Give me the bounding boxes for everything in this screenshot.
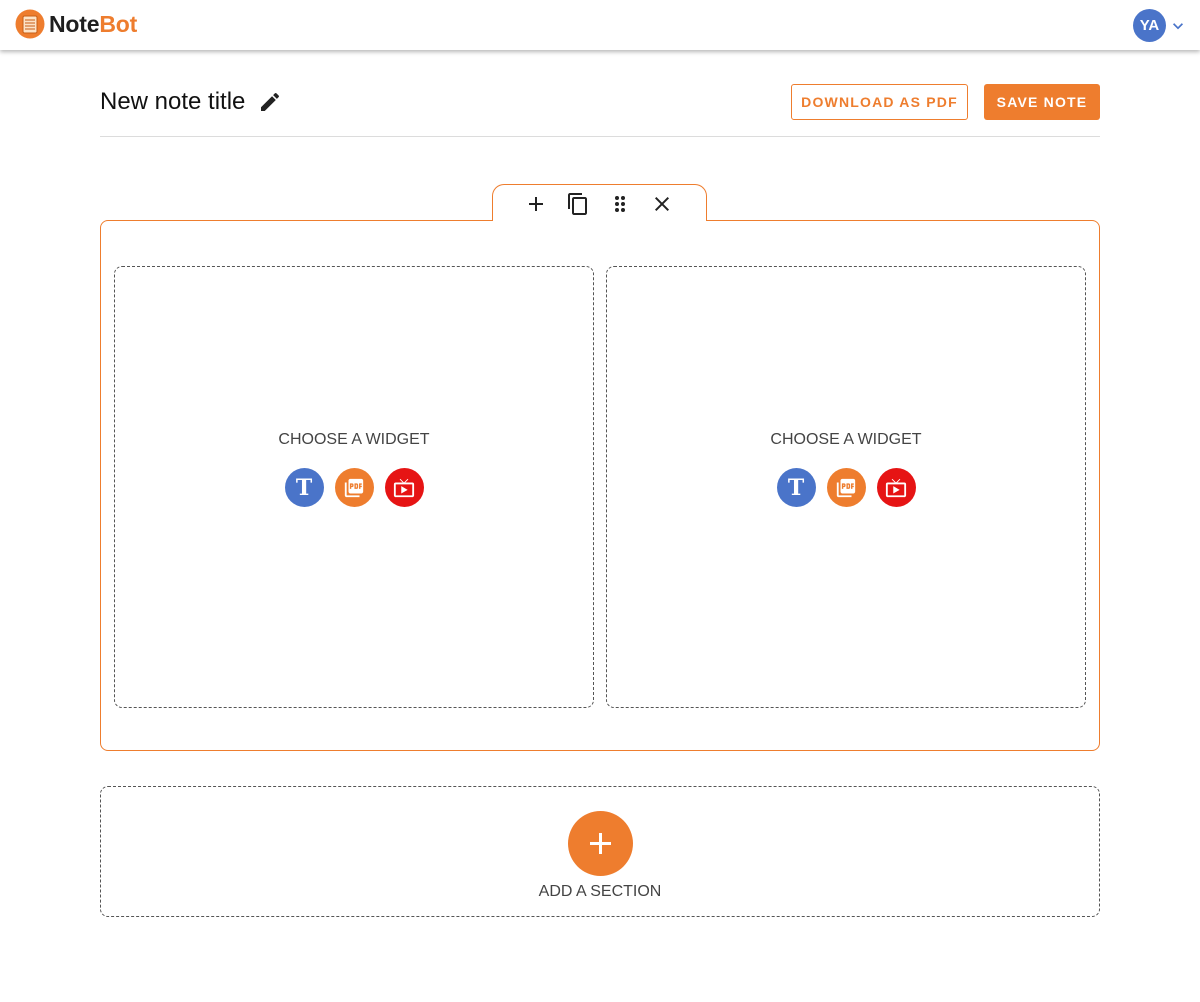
section-toolbar <box>492 184 707 221</box>
pdf-widget-button[interactable] <box>826 468 866 507</box>
plus-icon <box>590 833 611 854</box>
video-widget-button[interactable] <box>876 468 916 507</box>
add-section-button[interactable] <box>568 811 633 876</box>
text-widget-button[interactable]: T <box>776 468 816 507</box>
text-widget-icon: T <box>295 474 313 501</box>
widget-choices: T <box>115 468 593 507</box>
copy-icon[interactable] <box>566 192 590 216</box>
text-widget-button[interactable]: T <box>284 468 324 507</box>
pencil-edit-icon[interactable] <box>258 90 282 114</box>
notebook-logo-icon <box>15 9 45 39</box>
tv-play-icon <box>393 478 415 497</box>
user-menu[interactable]: YA <box>1133 9 1188 42</box>
logo-text-bot: Bot <box>99 11 138 37</box>
add-section-label: ADD A SECTION <box>538 883 662 900</box>
choose-widget-label: CHOOSE A WIDGET <box>278 431 430 448</box>
note-title[interactable]: New note title <box>100 87 245 117</box>
pdf-icon <box>344 478 364 497</box>
pdf-icon <box>836 478 856 497</box>
section-column-left[interactable]: CHOOSE A WIDGET T <box>114 266 594 708</box>
section-column-right[interactable]: CHOOSE A WIDGET T <box>606 266 1086 708</box>
chevron-down-icon[interactable] <box>1168 16 1188 36</box>
close-icon[interactable] <box>650 192 674 216</box>
save-note-button[interactable]: SAVE NOTE <box>984 84 1100 120</box>
notebot-logo[interactable]: NoteBot <box>15 9 137 39</box>
plus-icon[interactable] <box>524 192 548 216</box>
add-section-area[interactable]: ADD A SECTION <box>100 786 1100 917</box>
tv-play-icon <box>885 478 907 497</box>
logo-text: NoteBot <box>49 9 137 39</box>
video-widget-button[interactable] <box>384 468 424 507</box>
user-avatar[interactable]: YA <box>1133 9 1166 42</box>
choose-widget-label: CHOOSE A WIDGET <box>770 431 922 448</box>
top-bar: NoteBot YA <box>0 0 1200 50</box>
download-pdf-button[interactable]: DOWNLOAD AS PDF <box>791 84 968 120</box>
note-section: CHOOSE A WIDGET T CHOOSE A WIDGET T <box>100 220 1100 751</box>
logo-text-note: Note <box>49 11 100 37</box>
text-widget-icon: T <box>787 474 805 501</box>
drag-handle-icon[interactable] <box>608 192 632 216</box>
widget-choices: T <box>607 468 1085 507</box>
note-title-row: New note title DOWNLOAD AS PDF SAVE NOTE <box>100 84 1100 137</box>
pdf-widget-button[interactable] <box>334 468 374 507</box>
